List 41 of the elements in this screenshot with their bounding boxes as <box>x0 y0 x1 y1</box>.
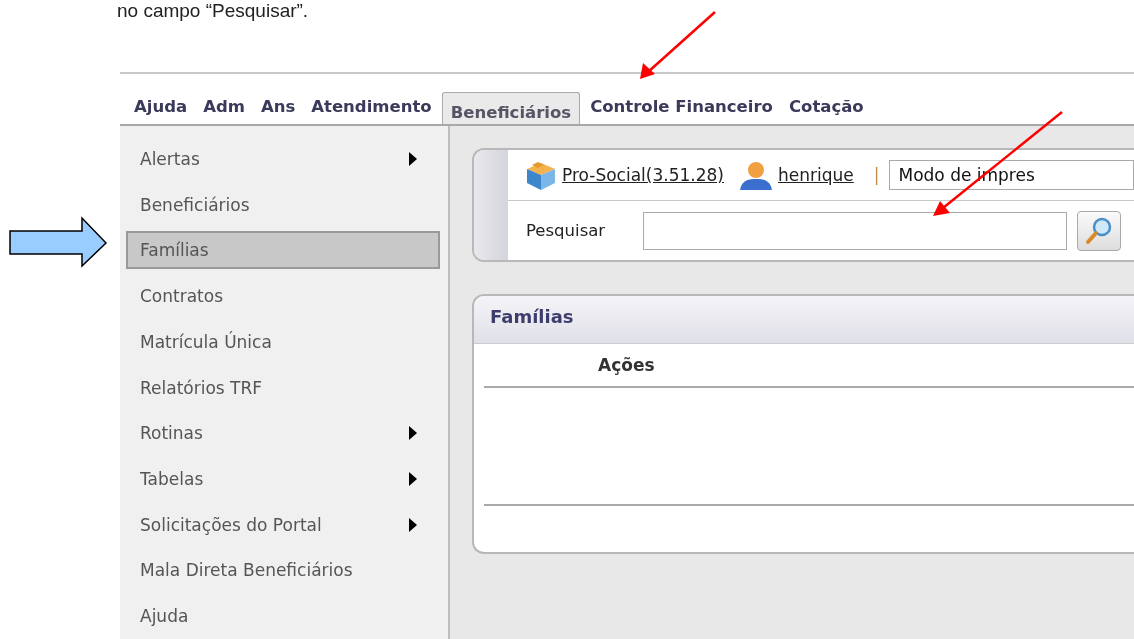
sidebar-item[interactable]: Ajuda <box>126 593 440 639</box>
menu-tab[interactable]: Atendimento <box>305 97 438 124</box>
sidebar-item-label: Ajuda <box>140 606 189 627</box>
sidebar-item-label: Matrícula Única <box>140 331 272 352</box>
sidebar-item[interactable]: Tabelas <box>126 456 440 502</box>
separator: | <box>873 165 880 185</box>
sidebar-item[interactable]: Beneficiários <box>126 181 440 228</box>
panel-title: Famílias <box>474 296 1134 344</box>
sidebar-item[interactable]: Rotinas <box>126 410 440 457</box>
sidebar-item[interactable]: Relatórios TRF <box>126 364 440 411</box>
sidebar-item-label: Alertas <box>140 148 200 169</box>
sidebar-item[interactable]: Solicitações do Portal <box>126 501 440 548</box>
menu-tab[interactable]: Controle Financeiro <box>584 97 779 124</box>
sidebar-item[interactable]: Contratos <box>126 273 440 319</box>
search-field[interactable] <box>643 211 1067 250</box>
sidebar-item[interactable]: Famílias <box>126 231 440 270</box>
search-icon <box>1084 215 1114 246</box>
sidebar-item-label: Contratos <box>140 286 224 307</box>
menu-tab[interactable]: Beneficiários <box>441 92 581 124</box>
caption-text: no campo “Pesquisar”. <box>117 0 309 22</box>
sidebar-item[interactable]: Matrícula Única <box>126 318 440 365</box>
search-label: Pesquisar <box>526 221 607 240</box>
menu-tab[interactable]: Adm <box>197 97 251 124</box>
search-button[interactable] <box>1077 210 1121 251</box>
sidebar-item-label: Tabelas <box>140 468 204 489</box>
sidebar-item-label: Mala Direta Beneficiários <box>140 560 353 581</box>
sidebar-item[interactable]: Alertas <box>126 136 440 182</box>
menu-tab[interactable]: Ajuda <box>128 97 194 124</box>
sidebar-item-label: Relatórios TRF <box>140 377 263 398</box>
user-icon <box>738 159 774 191</box>
app-version-link[interactable]: Pro-Social(3.51.28) <box>562 165 724 185</box>
sidebar-item[interactable]: Mala Direta Beneficiários <box>126 547 440 594</box>
menu-tab[interactable]: Ans <box>254 97 302 124</box>
sidebar-item-label: Beneficiários <box>140 194 250 215</box>
column-header: Ações <box>598 355 655 375</box>
sidebar-item-label: Solicitações do Portal <box>140 514 322 535</box>
user-link[interactable]: henrique <box>778 165 854 185</box>
sidebar-item-label: Famílias <box>140 240 209 261</box>
sidebar-item-label: Rotinas <box>140 423 203 444</box>
menu-tab[interactable]: Cotação <box>782 97 870 124</box>
box-icon <box>524 159 558 191</box>
